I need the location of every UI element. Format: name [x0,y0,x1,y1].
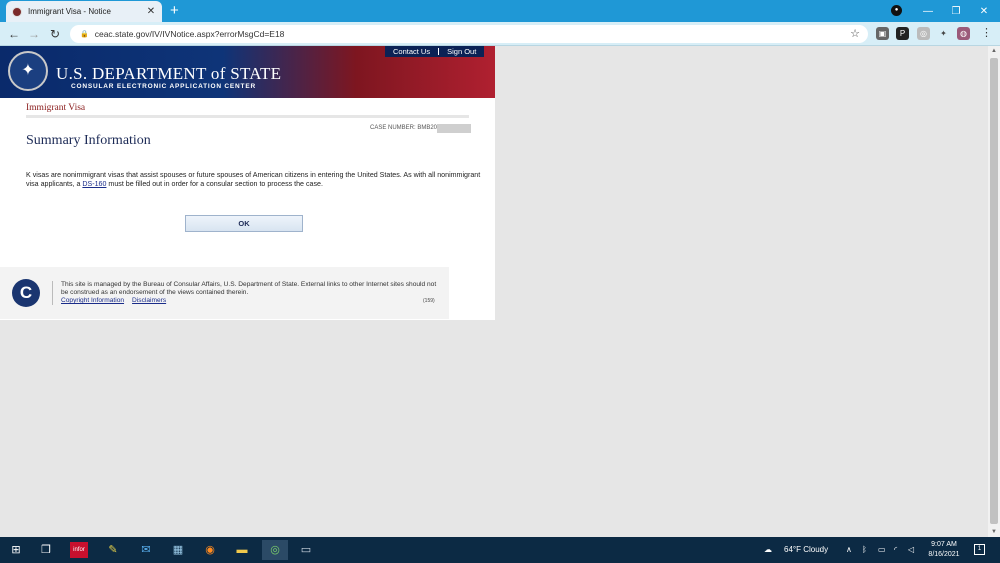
reload-icon[interactable]: ↻ [47,26,63,42]
profile-avatar-icon[interactable]: ● [891,5,902,16]
browser-tab[interactable]: Immigrant Visa - Notice ✕ [6,1,162,22]
wifi-icon[interactable]: ◜ [894,537,897,563]
windows-taskbar: ⊞ ❒ infor ✎ ✉ ▦ ◉ ▬ ◎ ▭ ☁ 64°F Cloudy ∧ … [0,537,1000,563]
section-divider [26,115,469,118]
weather-text[interactable]: 64°F Cloudy [784,537,828,563]
url-text: ceac.state.gov/IV/IVNotice.aspx?errorMsg… [94,29,285,39]
copyright-link[interactable]: Copyright Information [61,297,124,304]
ok-button[interactable]: OK [185,215,303,232]
disclaimers-link[interactable]: Disclaimers [132,297,166,304]
clock-time: 9:07 AM [931,541,957,548]
minimize-button[interactable]: — [914,0,942,22]
scroll-down-icon[interactable]: ▼ [991,529,997,535]
case-number-label: CASE NUMBER: BMB20 [370,125,438,131]
tab-close-icon[interactable]: ✕ [146,6,156,17]
firefox-icon[interactable]: ◉ [200,540,220,560]
message-text-2: must be filled out in order for a consul… [106,180,323,188]
extensions-puzzle-icon[interactable]: ✦ [937,27,950,40]
mail-icon[interactable]: ✉ [136,540,156,560]
pencil-app-icon[interactable]: ✎ [103,540,123,560]
file-explorer-icon[interactable]: ▬ [232,540,252,560]
chrome-icon[interactable]: ◎ [262,540,288,560]
calculator-icon[interactable]: ▦ [168,540,188,560]
close-window-button[interactable]: ✕ [970,0,998,22]
address-bar[interactable]: 🔒 ceac.state.gov/IV/IVNotice.aspx?errorM… [70,25,868,43]
tab-title: Immigrant Visa - Notice [28,7,111,16]
ceac-subtitle: CONSULAR ELECTRONIC APPLICATION CENTER [71,83,256,90]
back-arrow-icon[interactable]: ← [6,26,22,42]
task-view-icon[interactable]: ❒ [36,540,56,560]
show-hidden-icons-icon[interactable]: ∧ [846,537,852,563]
extension-icon-1[interactable]: ▣ [876,27,889,40]
consular-affairs-logo-icon: C [12,279,40,307]
bluetooth-icon[interactable]: ᛒ [862,537,867,563]
forward-arrow-icon[interactable]: → [26,26,42,42]
lock-icon: 🔒 [80,31,89,38]
new-tab-button[interactable]: + [170,3,179,18]
contact-us-link[interactable]: Contact Us [385,46,438,57]
ceac-page: ✦ U.S. DEPARTMENT of STATE CONSULAR ELEC… [0,46,495,320]
site-footer: C This site is managed by the Bureau of … [0,267,449,319]
tab-strip: Immigrant Visa - Notice ✕ + ● — ❐ ✕ [0,0,1000,22]
vertical-scrollbar[interactable]: ▲ ▼ [988,46,1000,537]
notice-message: K visas are nonimmigrant visas that assi… [26,171,486,189]
state-banner: ✦ U.S. DEPARTMENT of STATE CONSULAR ELEC… [0,46,495,98]
footer-code: (159) [423,298,435,304]
department-title: U.S. DEPARTMENT of STATE [56,64,282,83]
footer-divider [52,281,53,305]
browser-toolbar: ← → ↻ 🔒 ceac.state.gov/IV/IVNotice.aspx?… [0,22,1000,46]
ds160-link[interactable]: DS-160 [82,180,106,188]
system-clock[interactable]: 9:07 AM 8/16/2021 [920,540,968,560]
clock-date: 8/16/2021 [928,551,960,558]
top-links: Contact Us Sign Out [385,46,485,57]
start-windows-icon[interactable]: ⊞ [6,540,26,560]
profile-icon[interactable]: ◍ [957,27,970,40]
extension-icon-3[interactable]: ◎ [917,27,930,40]
page-viewport: ✦ U.S. DEPARTMENT of STATE CONSULAR ELEC… [0,46,988,537]
bookmark-star-icon[interactable]: ☆ [850,27,860,40]
sign-out-link[interactable]: Sign Out [439,46,484,57]
battery-icon[interactable]: ▭ [878,537,886,563]
restore-button[interactable]: ❐ [942,0,970,22]
redacted-case-number [437,124,471,133]
state-department-seal-icon: ✦ [8,51,48,91]
notification-icon[interactable]: 1 [974,544,985,555]
scroll-up-icon[interactable]: ▲ [991,48,997,54]
state-seal-favicon-icon [12,6,22,17]
remote-desktop-icon[interactable]: ▭ [296,540,316,560]
infor-app-icon[interactable]: infor [70,542,88,558]
volume-icon[interactable]: ◁ [908,537,914,563]
page-heading: Summary Information [26,133,151,148]
footer-links: Copyright Information Disclaimers [61,297,174,304]
extension-p-icon[interactable]: P [896,27,909,40]
section-title: Immigrant Visa [26,103,86,113]
footer-text: This site is managed by the Bureau of Co… [61,281,437,296]
scroll-thumb[interactable] [990,58,998,524]
browser-menu-icon[interactable]: ⋮ [980,27,993,40]
weather-cloud-icon[interactable]: ☁ [764,537,772,563]
